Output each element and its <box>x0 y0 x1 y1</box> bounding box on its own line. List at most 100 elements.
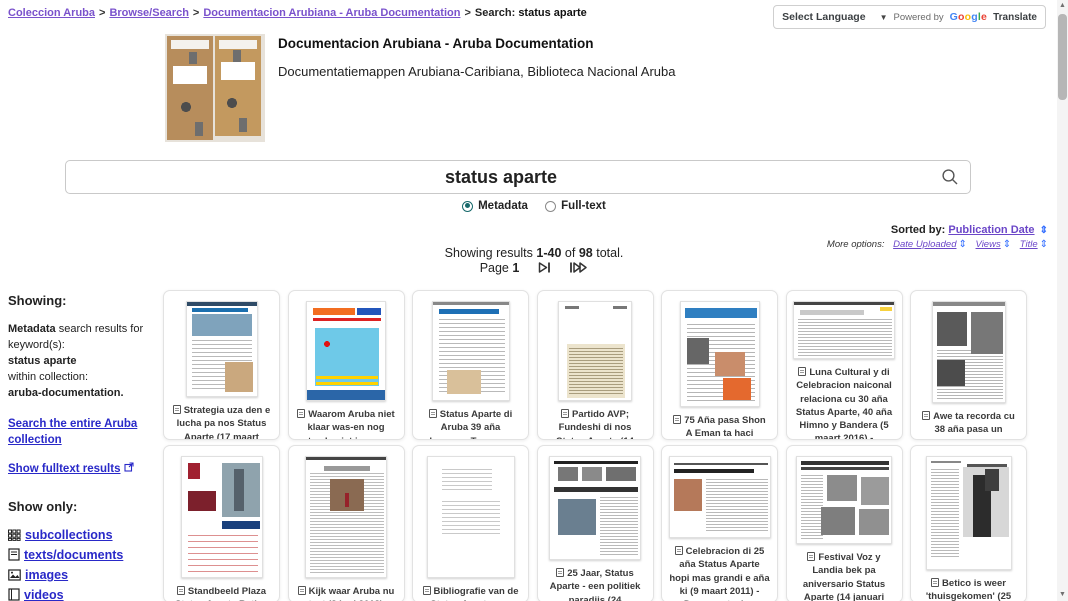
result-card[interactable]: Partido AVP; Fundeshi di nos Status Apar… <box>537 290 654 440</box>
result-thumbnail <box>427 456 515 578</box>
result-caption: Celebracion di 25 aña Status Aparte hopi… <box>662 545 777 601</box>
page-number: 1 <box>512 261 519 275</box>
result-thumbnail <box>186 301 258 397</box>
result-card[interactable]: Waarom Aruba niet klaar was-en nog steed… <box>288 290 405 440</box>
collection-subtitle: Documentatiemappen Arubiana-Caribiana, B… <box>278 64 675 79</box>
document-icon <box>297 409 305 418</box>
result-card[interactable]: Status Aparte di Aruba 39 aña despues; T… <box>412 290 529 440</box>
result-thumbnail <box>932 301 1006 403</box>
result-thumbnail <box>680 301 760 407</box>
result-thumbnail <box>306 301 386 401</box>
sort-direction-icon[interactable]: ⇕ <box>1040 225 1048 236</box>
result-title[interactable]: Celebracion di 25 aña Status Aparte hopi… <box>669 546 769 601</box>
next-page-icon <box>537 261 552 274</box>
show-only-heading: Show only: <box>8 499 156 514</box>
result-thumbnail <box>926 456 1012 570</box>
search-entire-collection-link[interactable]: Search the entire Aruba collection <box>8 416 156 448</box>
powered-by-label: Powered by <box>893 12 943 23</box>
result-caption: Festival Voz y Landia bek pa aniversario… <box>787 551 902 601</box>
result-caption: Bibliografie van de Status Aparte van Ar… <box>413 585 528 601</box>
result-caption: Waarom Aruba niet klaar was-en nog steed… <box>289 408 404 440</box>
results-summary: Showing results 1-40 of 98 total. <box>0 246 1068 260</box>
document-icon <box>922 411 930 420</box>
page: Coleccion Aruba>Browse/Search>Documentac… <box>0 0 1068 601</box>
document-icon <box>807 552 815 561</box>
results-grid: Strategia uza den e lucha pa nos Status … <box>163 290 1027 601</box>
document-icon <box>429 409 437 418</box>
document-icon <box>673 415 681 424</box>
radio-fulltext[interactable]: Full-text <box>545 200 606 212</box>
result-title[interactable]: Bibliografie van de Status Aparte van Ar… <box>427 586 519 601</box>
result-caption: Awe ta recorda cu 38 aña pasa un delegac… <box>911 410 1026 440</box>
breadcrumb-current: Search: <box>475 7 518 19</box>
breadcrumb: Coleccion Aruba>Browse/Search>Documentac… <box>8 7 587 19</box>
breadcrumb-link-browse-search[interactable]: Browse/Search <box>109 7 188 19</box>
document-icon <box>931 578 939 587</box>
sort-publication-date-link[interactable]: Publication Date <box>948 224 1034 236</box>
result-caption: 25 Jaar, Status Aparte - een politiek pa… <box>538 567 653 601</box>
result-caption: Kijk waar Aruba nu staat (8 juni 2013) -… <box>289 585 404 601</box>
radio-metadata[interactable]: Metadata <box>462 200 528 212</box>
result-title[interactable]: Luna Cultural y di Celebracion naiconal … <box>796 367 892 440</box>
result-card[interactable]: 25 Jaar, Status Aparte - een politiek pa… <box>537 445 654 601</box>
translate-label: Translate <box>993 12 1037 23</box>
collection-title: Documentacion Arubiana - Aruba Documenta… <box>278 36 594 51</box>
scroll-down-icon[interactable]: ▼ <box>1057 589 1068 601</box>
filter-texts-documents[interactable]: texts/documents <box>8 548 156 562</box>
result-thumbnail <box>669 456 771 538</box>
result-card[interactable]: Betico is weer 'thuisgekomen' (25 januar… <box>910 445 1027 601</box>
result-title[interactable]: 75 Aña pasa Shon A Eman ta haci entrega … <box>671 415 769 440</box>
result-thumbnail <box>796 456 892 544</box>
result-thumbnail <box>549 456 641 560</box>
last-page-icon <box>569 261 588 274</box>
result-title[interactable]: Kijk waar Aruba nu staat (8 juni 2013) -… <box>302 586 394 601</box>
result-card[interactable]: 75 Aña pasa Shon A Eman ta haci entrega … <box>661 290 778 440</box>
breadcrumb-link-coleccion-aruba[interactable]: Coleccion Aruba <box>8 7 95 19</box>
document-icon <box>298 586 306 595</box>
result-thumbnail <box>305 456 387 578</box>
result-thumbnail <box>432 301 510 401</box>
result-caption: 75 Aña pasa Shon A Eman ta haci entrega … <box>662 414 777 440</box>
video-icon <box>8 588 20 601</box>
external-link-icon <box>124 462 134 472</box>
result-title[interactable]: Strategia uza den e lucha pa nos Status … <box>177 405 271 440</box>
search-mode-toggle: Metadata Full-text <box>0 200 1068 215</box>
filter-images[interactable]: images <box>8 568 156 582</box>
result-card[interactable]: Standbeeld Plaza Status Aparte Betico Cr… <box>163 445 280 601</box>
show-fulltext-results-link[interactable]: Show fulltext results <box>8 463 120 475</box>
document-icon <box>561 409 569 418</box>
search-input[interactable] <box>65 160 971 194</box>
radio-icon <box>545 201 556 212</box>
result-title[interactable]: Waarom Aruba niet klaar was-en nog steed… <box>298 409 395 440</box>
showing-heading: Showing: <box>8 293 156 308</box>
search-bar <box>65 160 971 194</box>
search-icon[interactable] <box>941 168 959 186</box>
last-page-button[interactable] <box>569 261 588 277</box>
result-thumbnail <box>558 301 632 401</box>
result-caption: Betico is weer 'thuisgekomen' (25 januar… <box>911 577 1026 601</box>
result-card[interactable]: Festival Voz y Landia bek pa aniversario… <box>786 445 903 601</box>
result-card[interactable]: Luna Cultural y di Celebracion naiconal … <box>786 290 903 440</box>
breadcrumb-link-collection[interactable]: Documentacion Arubiana - Aruba Documenta… <box>203 7 460 19</box>
result-card[interactable]: Bibliografie van de Status Aparte van Ar… <box>412 445 529 601</box>
result-card[interactable]: Celebracion di 25 aña Status Aparte hopi… <box>661 445 778 601</box>
language-select[interactable]: Select Language ▼ <box>782 11 887 23</box>
result-thumbnail <box>181 456 263 578</box>
filter-videos[interactable]: videos <box>8 588 156 601</box>
result-card[interactable]: Awe ta recorda cu 38 aña pasa un delegac… <box>910 290 1027 440</box>
scroll-up-icon[interactable]: ▲ <box>1057 0 1068 12</box>
result-title[interactable]: Awe ta recorda cu 38 aña pasa un delegac… <box>919 411 1018 440</box>
result-thumbnail <box>793 301 895 359</box>
radio-icon <box>462 201 473 212</box>
filter-subcollections[interactable]: subcollections <box>8 528 156 542</box>
next-page-button[interactable] <box>537 261 552 277</box>
sidebar-filters: Showing: Metadata search results for key… <box>8 293 156 601</box>
result-card[interactable]: Kijk waar Aruba nu staat (8 juni 2013) -… <box>288 445 405 601</box>
document-icon <box>556 568 564 577</box>
result-caption: Luna Cultural y di Celebracion naiconal … <box>787 366 902 440</box>
scrollbar-thumb[interactable] <box>1058 14 1067 100</box>
image-icon <box>8 569 21 581</box>
scrollbar[interactable]: ▲ ▼ <box>1057 0 1068 601</box>
result-title[interactable]: Standbeeld Plaza Status Aparte Betico Cr… <box>175 586 268 601</box>
result-card[interactable]: Strategia uza den e lucha pa nos Status … <box>163 290 280 440</box>
